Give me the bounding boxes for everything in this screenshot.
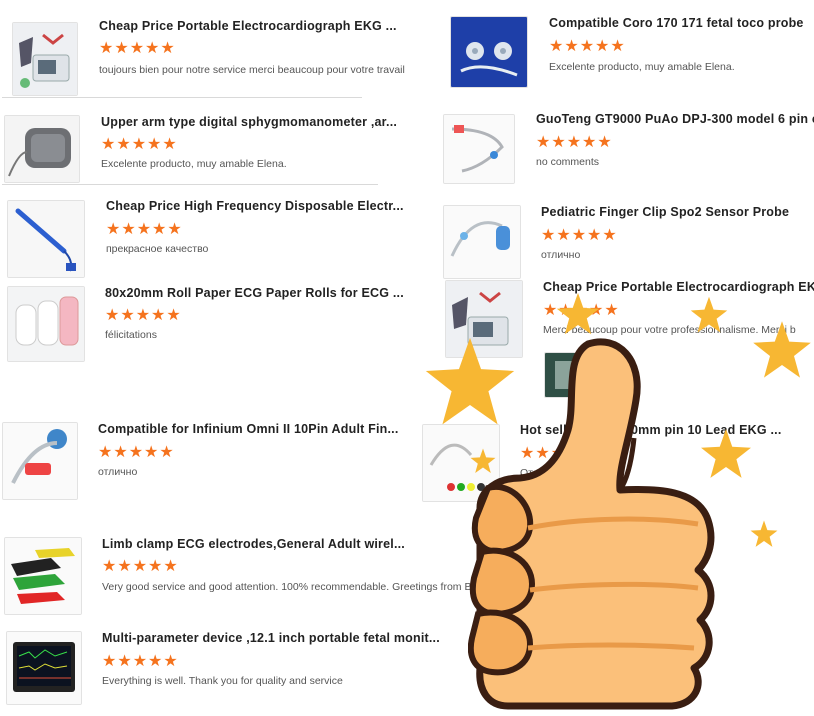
review-comment: отлично: [541, 249, 581, 261]
rating-stars: ★★★★★: [549, 38, 626, 55]
product-thumbnail[interactable]: [443, 205, 521, 279]
review-comment: no comments: [536, 156, 600, 168]
rating-stars: ★★★★★: [536, 134, 613, 151]
product-thumbnail[interactable]: [2, 422, 78, 500]
divider: [2, 97, 362, 98]
product-thumbnail[interactable]: [7, 286, 85, 362]
review-comment: félicitations: [105, 329, 157, 341]
rating-stars: ★★★★★: [543, 302, 620, 319]
review-product-title[interactable]: Limb clamp ECG electrodes,General Adult …: [102, 537, 405, 551]
product-thumbnail[interactable]: [422, 424, 500, 502]
thumbs-up-icon: [467, 338, 730, 710]
review-comment: Отлично: [520, 467, 562, 479]
review-comment: прекрасное качество: [106, 243, 209, 255]
rating-stars: ★★★★★: [520, 445, 597, 462]
rating-stars: ★★★★★: [99, 40, 176, 57]
product-thumbnail[interactable]: [450, 16, 528, 88]
rating-stars: ★★★★★: [541, 227, 618, 244]
product-thumbnail[interactable]: [443, 114, 515, 184]
review-photo[interactable]: [544, 352, 588, 398]
sparkle-star-icon: [750, 520, 778, 548]
product-thumbnail[interactable]: [7, 200, 85, 278]
review-product-title[interactable]: Cheap Price Portable Electrocardiograph …: [99, 19, 397, 33]
rating-stars: ★★★★★: [106, 221, 183, 238]
rating-stars: ★★★★★: [102, 558, 179, 575]
review-comment: Merci beaucoup pour votre professionnali…: [543, 324, 796, 336]
review-product-title[interactable]: Cheap Price High Frequency Disposable El…: [106, 199, 404, 213]
review-product-title[interactable]: 80x20mm Roll Paper ECG Paper Rolls for E…: [105, 286, 404, 300]
review-comment: toujours bien pour notre service merci b…: [99, 64, 405, 76]
rating-stars: ★★★★★: [101, 136, 178, 153]
review-product-title[interactable]: Pediatric Finger Clip Spo2 Sensor Probe: [541, 205, 789, 219]
review-comment: Excelente producto, muy amable Elena.: [101, 158, 287, 170]
product-thumbnail[interactable]: [4, 115, 80, 183]
rating-stars: ★★★★★: [105, 307, 182, 324]
review-product-title[interactable]: Hot selling AHA 3.0mm pin 10 Lead EKG ..…: [520, 423, 782, 437]
review-product-title[interactable]: Multi-parameter device ,12.1 inch portab…: [102, 631, 440, 645]
divider: [2, 184, 378, 185]
rating-stars: ★★★★★: [102, 653, 179, 670]
review-product-title[interactable]: GuoTeng GT9000 PuAo DPJ-300 model 6 pin …: [536, 112, 814, 126]
review-product-title[interactable]: Compatible for Infinium Omni II 10Pin Ad…: [98, 422, 399, 436]
review-product-title[interactable]: Cheap Price Portable Electrocardiograph …: [543, 280, 814, 294]
rating-stars: ★★★★★: [98, 444, 175, 461]
review-comment: Excelente producto, muy amable Elena.: [549, 61, 735, 73]
product-thumbnail[interactable]: [6, 631, 82, 705]
review-comment: Everything is well. Thank you for qualit…: [102, 675, 343, 687]
product-thumbnail[interactable]: [12, 22, 78, 96]
review-comment: Very good service and good attention. 10…: [102, 581, 478, 593]
review-product-title[interactable]: Compatible Coro 170 171 fetal toco probe: [549, 16, 804, 30]
review-comment: отлично: [98, 466, 138, 478]
product-thumbnail[interactable]: [4, 537, 82, 615]
product-thumbnail[interactable]: [445, 280, 523, 358]
review-product-title[interactable]: Upper arm type digital sphygmomanometer …: [101, 115, 397, 129]
